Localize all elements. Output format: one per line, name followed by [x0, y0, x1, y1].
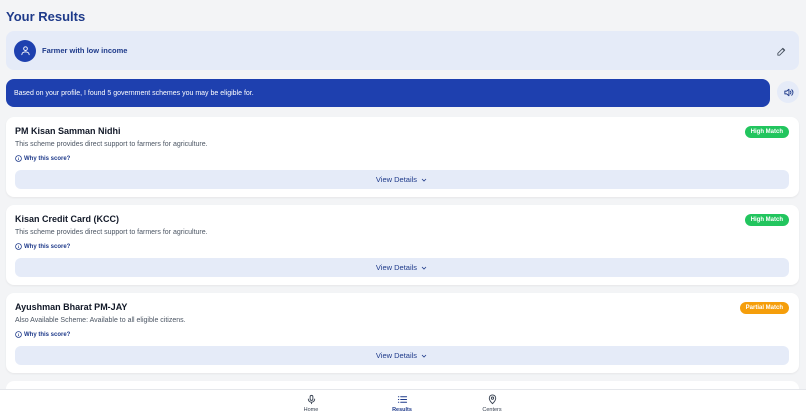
map-pin-icon: [488, 394, 496, 405]
speaker-icon: [783, 88, 793, 96]
chevron-down-icon: [421, 266, 427, 270]
profile-label: Farmer with low income: [42, 46, 128, 55]
view-details-button[interactable]: View Details: [15, 346, 789, 365]
page-title: Your Results: [6, 9, 86, 24]
info-icon: [15, 155, 22, 162]
results-summary-banner: Based on your profile, I found 5 governm…: [6, 79, 770, 107]
scheme-card: Ayushman Bharat PM-JAY Also Available Sc…: [6, 293, 799, 373]
nav-label-home: Home: [303, 407, 319, 413]
view-details-label: View Details: [375, 263, 418, 272]
bottom-nav: Home Results Centers: [0, 389, 806, 419]
nav-label-centers: Centers: [482, 407, 502, 413]
scheme-description: Also Available Scheme: Available to all …: [15, 317, 186, 324]
view-details-label: View Details: [375, 175, 418, 184]
user-icon: [14, 39, 36, 62]
match-badge: Partial Match: [739, 302, 789, 314]
why-score-label: Why this score?: [24, 331, 71, 338]
why-score-link[interactable]: Why this score?: [15, 243, 70, 250]
scheme-card: PM Kisan Samman Nidhi This scheme provid…: [6, 117, 799, 197]
profile-card: Farmer with low income: [6, 31, 799, 70]
view-details-button[interactable]: View Details: [15, 170, 789, 189]
scheme-name: Kisan Credit Card (KCC): [15, 214, 120, 224]
edit-profile-icon[interactable]: [776, 44, 787, 62]
match-badge: High Match: [744, 126, 789, 138]
why-score-link[interactable]: Why this score?: [15, 155, 70, 162]
mic-icon: [307, 394, 315, 405]
why-score-label: Why this score?: [24, 155, 71, 162]
scheme-name: Ayushman Bharat PM-JAY: [15, 302, 128, 312]
speaker-button[interactable]: [777, 81, 799, 103]
view-details-label: View Details: [375, 351, 418, 360]
chevron-down-icon: [421, 354, 427, 358]
why-score-link[interactable]: Why this score?: [15, 331, 70, 338]
nav-item-results[interactable]: Results: [380, 394, 424, 413]
match-badge: High Match: [744, 214, 789, 226]
info-icon: [15, 243, 22, 250]
why-score-label: Why this score?: [24, 243, 71, 250]
nav-label-results: Results: [392, 407, 412, 413]
list-icon: [397, 396, 407, 403]
nav-item-home[interactable]: Home: [289, 394, 333, 413]
scheme-description: This scheme provides direct support to f…: [15, 141, 208, 148]
info-icon: [15, 331, 22, 338]
view-details-button[interactable]: View Details: [15, 258, 789, 277]
nav-item-centers[interactable]: Centers: [470, 394, 514, 413]
scheme-card: Kisan Credit Card (KCC) This scheme prov…: [6, 205, 799, 285]
scheme-name: PM Kisan Samman Nidhi: [15, 126, 121, 136]
scheme-description: This scheme provides direct support to f…: [15, 229, 208, 236]
chevron-down-icon: [421, 178, 427, 182]
